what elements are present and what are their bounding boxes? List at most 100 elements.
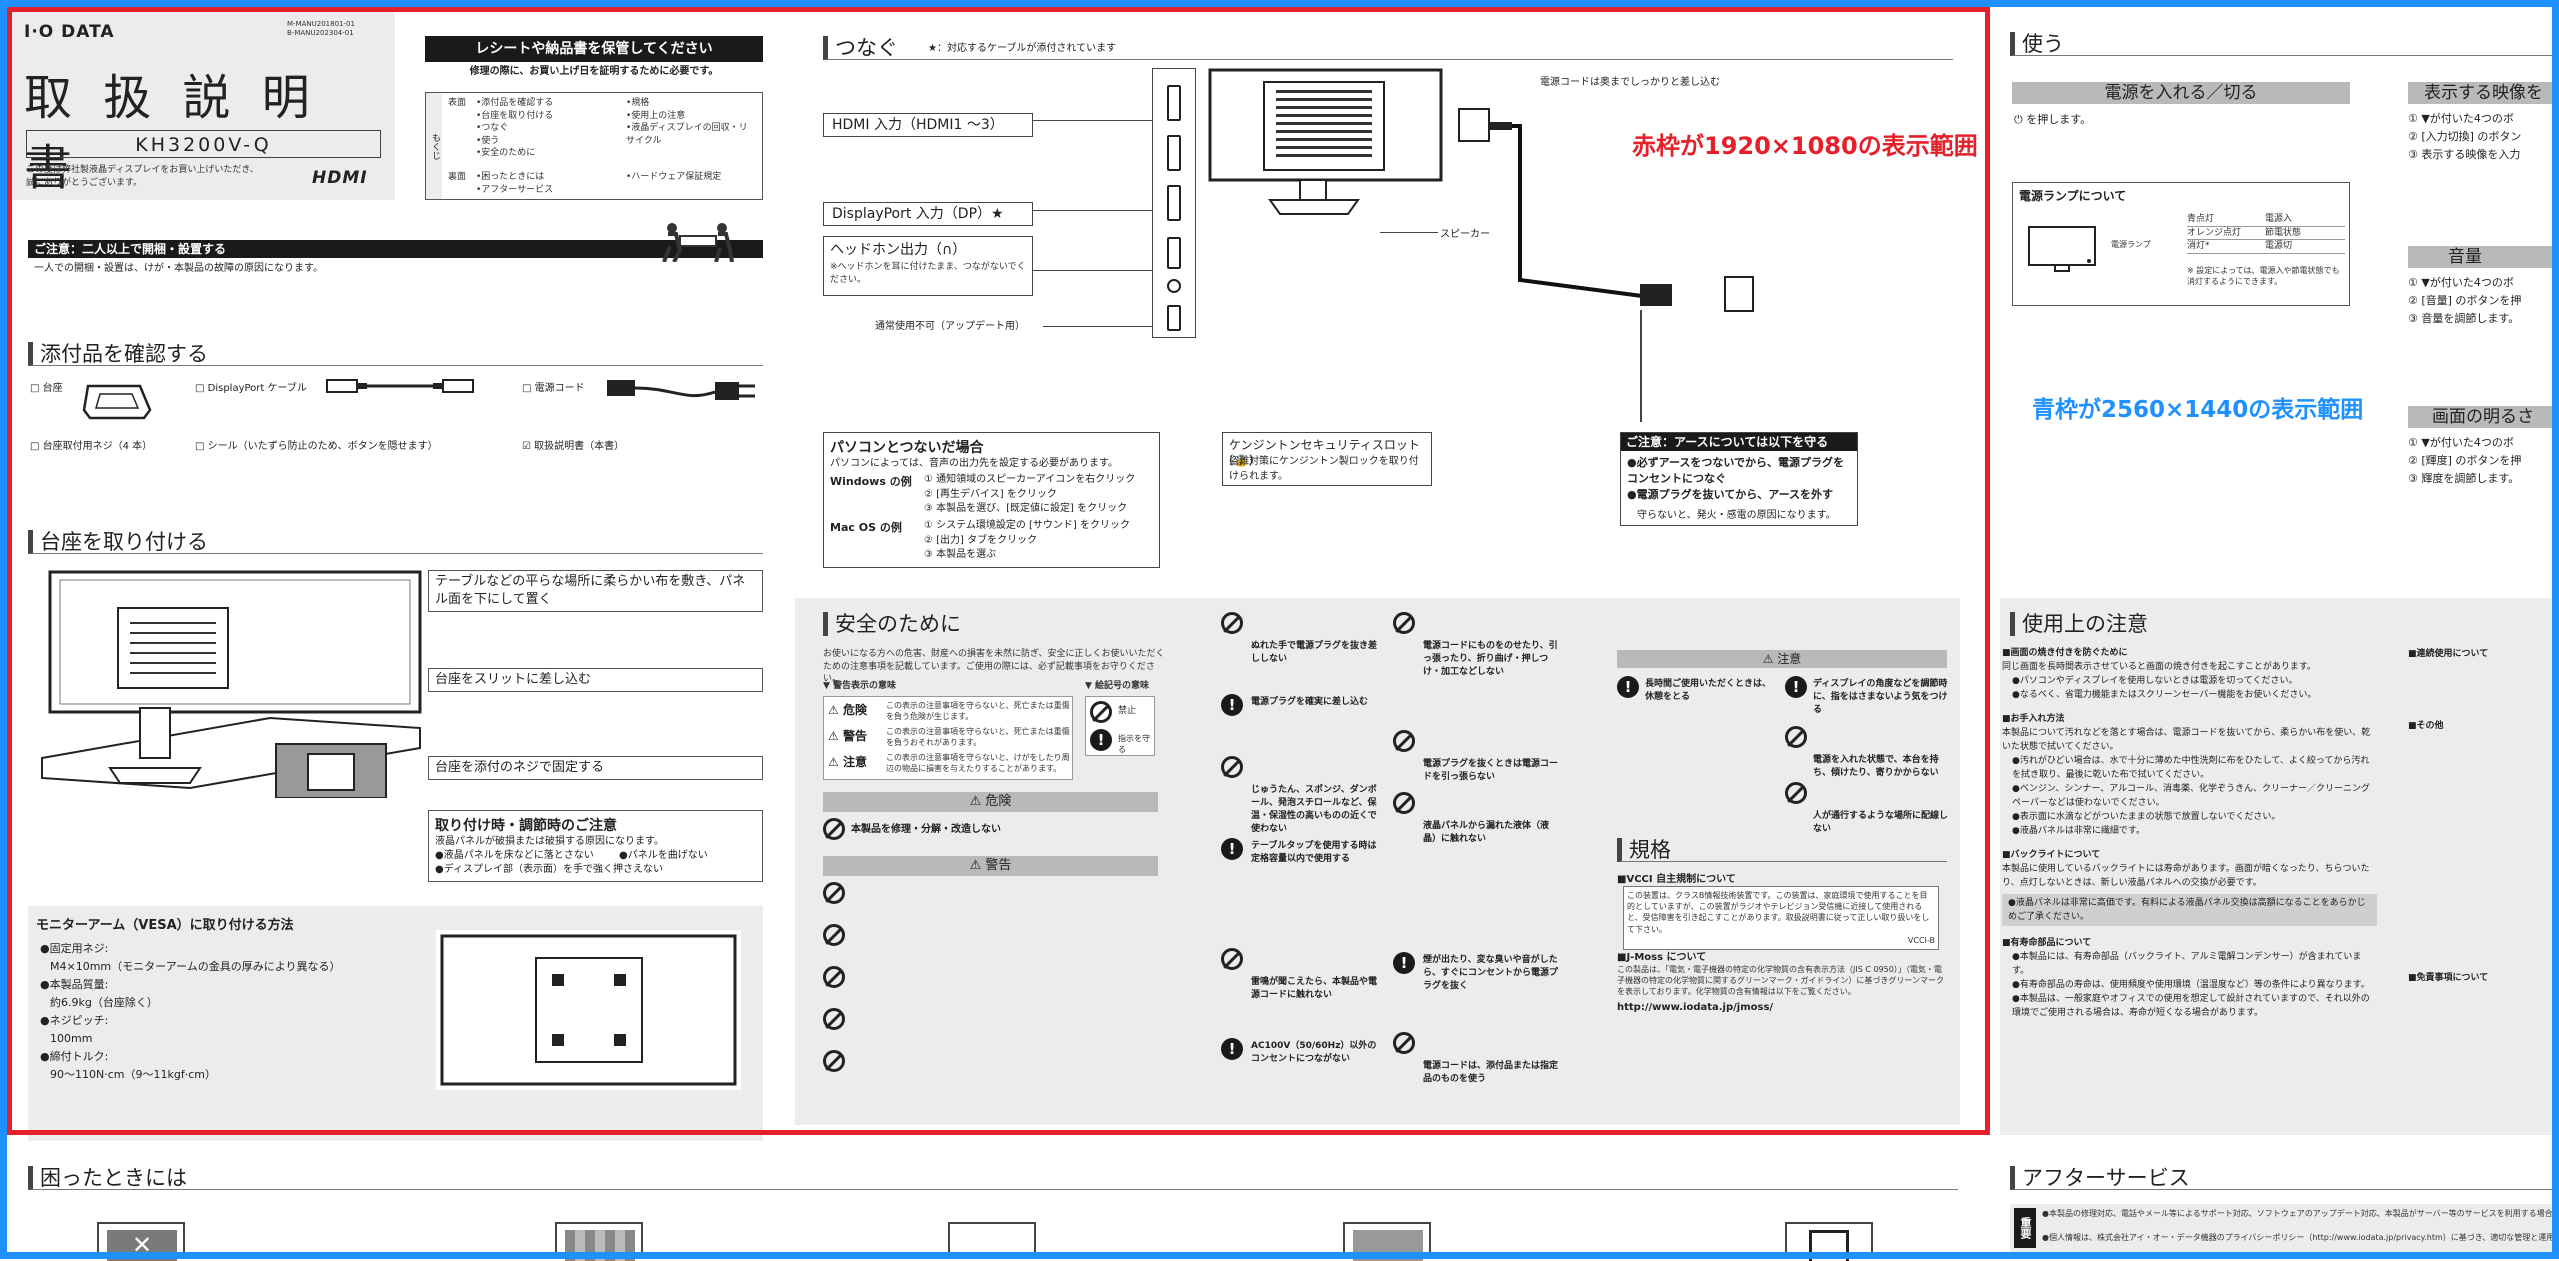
pc-connection-box: パソコンとつないだ場合 パソコンによっては、音声の出力先を設定する必要があります… — [823, 432, 1160, 568]
hdmi-3-port[interactable] — [1167, 185, 1181, 221]
stand-illustration — [40, 568, 430, 799]
toc-item[interactable]: •アフターサービス — [476, 184, 553, 197]
wall-outlet — [1724, 276, 1754, 312]
hdmi-2-port[interactable] — [1167, 135, 1181, 171]
ban-icon — [1393, 792, 1415, 814]
stand-caution-box: 取り付け時・調節時のご注意 液晶パネルが破損または破損する原因になります。 ●液… — [428, 810, 763, 882]
after-service-heading: アフターサービス — [2010, 1166, 2559, 1190]
caution-two-text: 一人での開梱・設置は、けが・本製品の故障の原因になります。 — [34, 263, 323, 274]
contents-item-screws: □ 台座取付用ネジ（4 本） — [30, 441, 153, 452]
leader-line — [1033, 120, 1163, 121]
must-icon: ! — [1221, 1038, 1243, 1060]
precaution-main-text: ■画面の焼き付きを防ぐために 同じ画面を長時間表示させていると画面の焼き付きを起… — [2002, 646, 2377, 1020]
ban-icon — [1221, 756, 1243, 778]
vesa-box: モニターアーム（VESA）に取り付ける方法 ●固定用ネジ: M4×10mm（モニ… — [28, 906, 763, 1141]
ban-icon — [823, 966, 845, 988]
windows-steps: ① 通知領域のスピーカーアイコンを右クリック ② [再生デバイス] をクリック … — [924, 474, 1136, 514]
mac-label: Mac OS の例 — [830, 521, 902, 534]
power-plug — [1490, 122, 1512, 130]
jmoss-text: この製品は、「電気・電子機器の特定の化学物質の含有表示方法（JIS C 0950… — [1617, 965, 1945, 997]
volume-pill: 音量 — [2408, 246, 2559, 268]
warning-bar: ⚠ 警告 — [823, 856, 1158, 876]
legend-title-1: ▼ 警告表示の意味 — [823, 681, 897, 691]
speaker-label: スピーカー — [1440, 229, 1490, 240]
toc-omote-right: •規格 •使用上の注意 •液晶ディスプレイの回収・リサイクル — [626, 97, 756, 147]
brightness-pill: 画面の明るさ — [2408, 406, 2559, 428]
input-select-steps: ① ▼が付いた4つのボ ② [入力切換] のボタン ③ 表示する映像を入力 — [2408, 112, 2522, 161]
update-port-label: 通常使用不可（アップデート用） — [875, 321, 1025, 332]
kensington-text: 盗難対策にケンジントン製ロックを取り付けられます。 — [1229, 456, 1419, 482]
headphone-jack[interactable] — [1167, 279, 1181, 293]
trouble-heading: 困ったときには — [28, 1166, 1958, 1190]
toc-item[interactable]: •困ったときには — [476, 171, 553, 184]
must-icon: ! — [1785, 676, 1807, 698]
toc-item[interactable]: •ハードウェア保証規定 — [626, 171, 721, 184]
power-inlet[interactable] — [1458, 108, 1490, 142]
toc-item[interactable]: •使う — [476, 135, 553, 148]
connect-note: ★：対応するケーブルが添付されています — [928, 43, 1117, 54]
must-icon: ! — [1221, 838, 1243, 860]
flicker-screen-icon — [1809, 1230, 1849, 1261]
monitor-front-icon — [2027, 225, 2107, 275]
ban-icon — [1393, 730, 1415, 752]
troubleshoot-thumbnail: ✕ — [97, 1222, 185, 1261]
warning-legend: ⚠ 危険 この表示の注意事項を守らないと、死亡または重傷を負う危険が生じます。 … — [823, 696, 1073, 780]
mac-steps: ① システム環境設定の [サウンド] をクリック ② [出力] タブをクリック … — [924, 520, 1131, 560]
toc-box: もくじ 表面 裏面 •添付品を確認する •台座を取り付ける •つなぐ •使う •… — [425, 92, 763, 200]
toc-label: もくじ — [426, 93, 442, 199]
toc-item[interactable]: •つなぐ — [476, 122, 553, 135]
earth-title: ご注意：アースについては以下を守る — [1621, 433, 1857, 451]
toc-item[interactable]: •台座を取り付ける — [476, 110, 553, 123]
stand-step-2: 台座をスリットに差し込む — [428, 668, 763, 693]
use-heading: 使う — [2010, 32, 2559, 56]
contents-item-dp-cable: □ DisplayPort ケーブル — [195, 383, 307, 394]
danger-item: 本製品を修理・分解・改造しない — [851, 824, 1001, 835]
caution-two-title: ご注意：二人以上で開梱・設置する — [28, 240, 763, 258]
stand-caution-item: ●液晶パネルを床などに落とさない — [435, 850, 594, 861]
red-frame-label: 赤枠が1920×1080の表示範囲 — [1632, 132, 1978, 160]
toc-item[interactable]: •安全のために — [476, 147, 553, 160]
troubleshoot-thumbnail — [555, 1222, 643, 1261]
contents-item-stand: □ 台座 — [30, 383, 63, 394]
model-code-2: B-MANU202304-01 — [287, 29, 354, 37]
important-badge: 重要 — [2014, 1208, 2036, 1248]
toc-item[interactable]: •液晶ディスプレイの回収・リサイクル — [626, 122, 756, 147]
input-select-pill: 表示する映像を — [2408, 82, 2559, 104]
leader-line — [1033, 270, 1163, 271]
safety-heading: 安全のために — [823, 612, 1123, 636]
ban-icon — [1221, 948, 1243, 970]
caution-col-b: ! ディスプレイの角度などを調節時に、指をはさまないよう気をつける 電源を入れた状… — [1785, 676, 1950, 834]
lamp-title: 電源ランプについて — [2019, 189, 2127, 203]
troubleshoot-thumbnail — [948, 1222, 1036, 1259]
ban-icon — [823, 924, 845, 946]
power-cord-icon — [605, 372, 765, 412]
jmoss-url[interactable]: http://www.iodata.jp/jmoss/ — [1617, 1002, 1773, 1013]
displayport-port[interactable] — [1167, 237, 1181, 269]
hdmi-1-port[interactable] — [1167, 85, 1181, 121]
jmoss-title: ■J-Moss について — [1617, 952, 1707, 963]
title-block: I·O DATA M-MANU201801-01 B-MANU202304-01… — [12, 12, 395, 200]
intro-text: この度は弊社製液晶ディスプレイをお買い上げいただき、誠にありがとうございます。 — [26, 165, 259, 188]
receipt-sub: 修理の際に、お買い上げ日を証明するために必要です。 — [469, 66, 719, 77]
hdmi-input-label: HDMI 入力（HDMI1 ～3） — [823, 113, 1033, 137]
troubleshoot-thumbnail — [1785, 1222, 1873, 1261]
contents-item-sticker: □ シール（いたずら防止のため、ボタンを隠せます） — [195, 441, 438, 452]
earth-items: ●必ずアースをつないでから、電源プラグをコンセントにつなぐ ●電源プラグを抜いて… — [1627, 456, 1845, 501]
lamp-note: ※ 設定によっては、電源入や節電状態でも消灯するようにできます。 — [2187, 266, 2340, 287]
toc-item[interactable]: •規格 — [626, 97, 756, 110]
vesa-back-illustration — [436, 930, 741, 1090]
stand-heading: 台座を取り付ける — [28, 530, 763, 554]
safety-column-2: ぬれた手で電源プラグを抜き差ししない ! 電源プラグを確実に差し込む じゅうたん、… — [1221, 612, 1385, 1098]
danger-label: ⚠ 危険 — [828, 703, 867, 717]
blue-frame-label: 青枠が2560×1440の表示範囲 — [2032, 397, 2364, 423]
ban-icon — [1221, 612, 1243, 634]
contents-heading: 添付品を確認する — [28, 342, 763, 366]
toc-ura: 裏面 — [448, 172, 467, 182]
stand-caution-item: ●ディスプレイ部（表示面）を手で強く押さえない — [435, 864, 664, 875]
earth-line — [1640, 310, 1642, 422]
caution-bar: ⚠ 注意 — [1617, 650, 1947, 668]
ban-icon — [1785, 726, 1807, 748]
toc-item[interactable]: •使用上の注意 — [626, 110, 756, 123]
toc-item[interactable]: •添付品を確認する — [476, 97, 553, 110]
port-panel — [1152, 68, 1196, 338]
